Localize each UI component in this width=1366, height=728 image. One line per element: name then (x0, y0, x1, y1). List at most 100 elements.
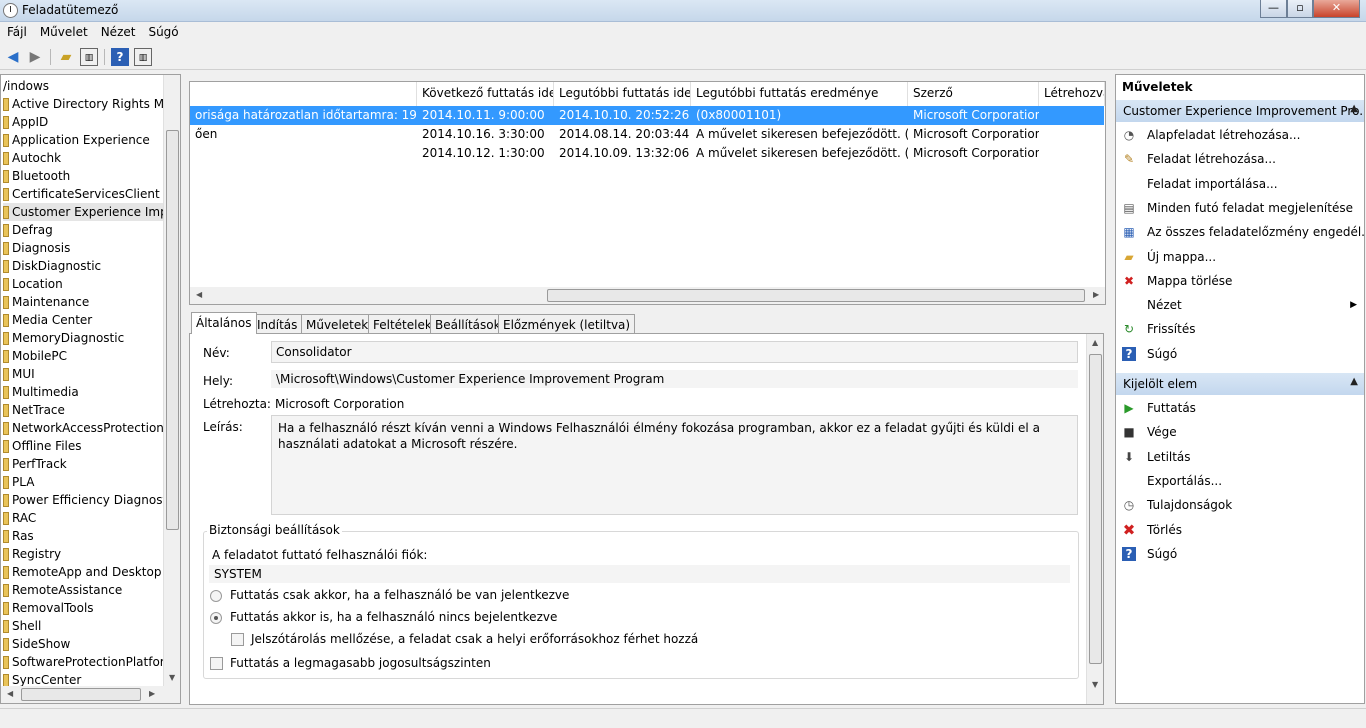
tree-item[interactable]: CertificateServicesClient (3, 185, 163, 203)
tab-settings[interactable]: Beállítások (430, 314, 506, 334)
tree-item[interactable]: PLA (3, 473, 163, 491)
action-item[interactable]: Nézet ▶ (1116, 294, 1364, 316)
task-cell-last[interactable]: 2014.10.09. 13:32:06 (554, 144, 691, 163)
tree-item[interactable]: PerfTrack (3, 455, 163, 473)
tree-item[interactable]: Shell (3, 617, 163, 635)
action-item[interactable]: ◔ Alapfeladat létrehozása... (1116, 124, 1364, 146)
radio-run-whether-logged-on[interactable] (210, 612, 222, 624)
tree-vertical-scrollbar[interactable]: ▼ (163, 75, 180, 686)
task-cell-next[interactable]: 2014.10.16. 3:30:00 (417, 125, 554, 144)
task-cell-result[interactable]: A művelet sikeresen befejeződött. (0x0) (691, 144, 908, 163)
folder-tree[interactable]: /indows Active Directory Rights Mana AppID… (0, 74, 181, 704)
tree-item[interactable]: NetworkAccessProtection (3, 419, 163, 437)
show-hide-tree-icon[interactable]: ▥ (80, 48, 98, 66)
checkbox-highest-privileges[interactable] (210, 657, 223, 670)
close-button[interactable]: ✕ (1313, 0, 1360, 18)
tab-conditions[interactable]: Feltételek (368, 314, 437, 334)
action-item[interactable]: ▶ Futtatás (1116, 397, 1364, 419)
task-list[interactable]: Következő futtatás ideje Legutóbbi futta… (189, 81, 1106, 305)
description-field[interactable]: Ha a felhasználó részt kíván venni a Win… (271, 415, 1078, 515)
tree-item[interactable]: Diagnosis (3, 239, 163, 257)
tree-item[interactable]: Ras (3, 527, 163, 545)
action-item[interactable]: Exportálás... (1116, 470, 1364, 492)
column-header-next-run[interactable]: Következő futtatás ideje (417, 82, 554, 106)
tree-item[interactable]: DiskDiagnostic (3, 257, 163, 275)
tree-item[interactable]: RAC (3, 509, 163, 527)
action-item[interactable]: ◷ Tulajdonságok (1116, 494, 1364, 516)
maximize-button[interactable]: ▫ (1287, 0, 1313, 18)
list-horizontal-scrollbar[interactable]: ◀ ▶ (190, 287, 1105, 304)
name-field[interactable]: Consolidator (271, 341, 1078, 363)
tree-item[interactable]: MobilePC (3, 347, 163, 365)
help-icon[interactable]: ? (111, 48, 129, 66)
tree-item[interactable]: RemovalTools (3, 599, 163, 617)
task-cell-result[interactable]: A művelet sikeresen befejeződött. (0x0) (691, 125, 908, 144)
tree-item[interactable]: MUI (3, 365, 163, 383)
tab-triggers[interactable]: Indítás (252, 314, 303, 334)
radio-run-only-logged-on[interactable] (210, 590, 222, 602)
tree-item[interactable]: /indows (3, 77, 163, 95)
task-cell-trigger[interactable]: orisága határozatlan időtartamra: 19:00:… (190, 106, 417, 125)
tab-general[interactable]: Általános (191, 312, 257, 334)
menu-view[interactable]: Nézet (94, 22, 142, 39)
tree-item[interactable]: Power Efficiency Diagnostics (3, 491, 163, 509)
tree-item[interactable]: AppID (3, 113, 163, 131)
action-item[interactable]: ✖ Törlés (1116, 519, 1364, 541)
tree-item[interactable]: NetTrace (3, 401, 163, 419)
tree-item[interactable]: Location (3, 275, 163, 293)
task-cell-last[interactable]: 2014.08.14. 20:03:44 (554, 125, 691, 144)
column-header-author[interactable]: Szerző (908, 82, 1039, 106)
show-hide-action-pane-icon[interactable]: ▥ (134, 48, 152, 66)
collapse-icon[interactable]: ▲ (1350, 376, 1358, 387)
tree-item[interactable]: Bluetooth (3, 167, 163, 185)
task-cell-last[interactable]: 2014.10.10. 20:52:26 (554, 106, 691, 125)
action-item[interactable]: ⬇ Letiltás (1116, 446, 1364, 468)
tree-item[interactable]: Multimedia (3, 383, 163, 401)
tree-item[interactable]: RemoteApp and Desktop Co (3, 563, 163, 581)
task-cell-trigger[interactable] (190, 144, 417, 163)
task-cell-next[interactable]: 2014.10.11. 9:00:00 (417, 106, 554, 125)
tree-item[interactable]: Offline Files (3, 437, 163, 455)
list-hscroll-thumb[interactable] (547, 289, 1085, 302)
menu-file[interactable]: Fájl (0, 22, 33, 39)
task-cell-next[interactable]: 2014.10.12. 1:30:00 (417, 144, 554, 163)
column-header-trigger[interactable] (190, 82, 417, 106)
back-icon[interactable]: ◀ (4, 48, 22, 66)
tree-item[interactable]: MemoryDiagnostic (3, 329, 163, 347)
tree-item[interactable]: Defrag (3, 221, 163, 239)
tree-item[interactable]: Active Directory Rights Mana (3, 95, 163, 113)
task-cell-result[interactable]: (0x80001101) (691, 106, 908, 125)
task-cell-author[interactable]: Microsoft Corporation (908, 125, 1039, 144)
up-folder-icon[interactable]: ▰ (57, 48, 75, 66)
tree-horizontal-scrollbar[interactable]: ◀ ▶ (1, 686, 180, 703)
action-item[interactable]: ? Súgó (1116, 343, 1364, 365)
tree-item[interactable]: SideShow (3, 635, 163, 653)
detail-scroll-thumb[interactable] (1089, 354, 1102, 664)
tree-item[interactable]: Media Center (3, 311, 163, 329)
tree-item[interactable]: Registry (3, 545, 163, 563)
task-cell-author[interactable]: Microsoft Corporation (908, 144, 1039, 163)
tree-item[interactable]: SoftwareProtectionPlatform (3, 653, 163, 671)
column-header-last-result[interactable]: Legutóbbi futtatás eredménye (691, 82, 908, 106)
tree-item[interactable]: Maintenance (3, 293, 163, 311)
action-item[interactable]: ✎ Feladat létrehozása... (1116, 148, 1364, 170)
task-cell-trigger[interactable]: ően (190, 125, 417, 144)
collapse-icon[interactable]: ▲ (1350, 103, 1358, 114)
action-item[interactable]: ■ Vége (1116, 421, 1364, 443)
action-item[interactable]: ▤ Minden futó feladat megjelenítése (1116, 197, 1364, 219)
action-item[interactable]: Feladat importálása... (1116, 173, 1364, 195)
actions-section-selected-item[interactable]: Kijelölt elem ▲ (1116, 373, 1364, 395)
minimize-button[interactable]: — (1260, 0, 1287, 18)
column-header-created[interactable]: Létrehozva (1039, 82, 1105, 106)
action-item[interactable]: ▦ Az összes feladatelőzmény engedél... (1116, 221, 1364, 243)
checkbox-do-not-store-password[interactable] (231, 633, 244, 646)
column-header-last-run[interactable]: Legutóbbi futtatás ideje (554, 82, 691, 106)
tree-hscroll-thumb[interactable] (21, 688, 141, 701)
action-item[interactable]: ? Súgó (1116, 543, 1364, 565)
menu-action[interactable]: Művelet (33, 22, 94, 39)
tree-item[interactable]: Autochk (3, 149, 163, 167)
action-item[interactable]: ▰ Új mappa... (1116, 246, 1364, 268)
tab-actions[interactable]: Műveletek (301, 314, 374, 334)
menu-help[interactable]: Súgó (141, 22, 184, 39)
tree-item[interactable]: Application Experience (3, 131, 163, 149)
